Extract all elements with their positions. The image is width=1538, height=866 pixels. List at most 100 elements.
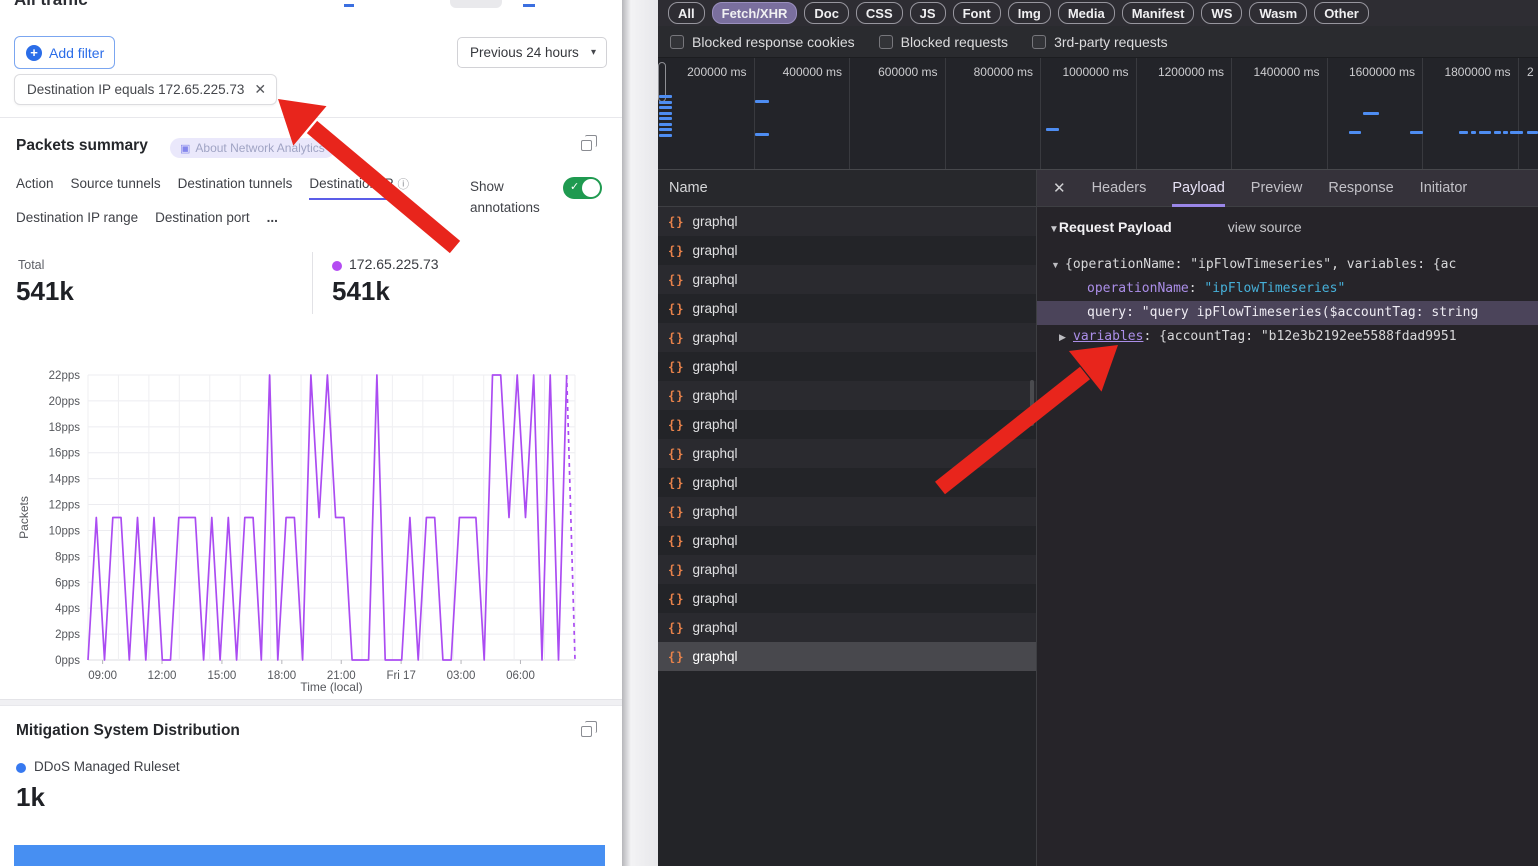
mitigation-legend-label: DDoS Managed Ruleset [34,759,180,774]
request-row[interactable]: {}graphql [658,410,1036,439]
payload-line[interactable]: ▶variables: {accountTag: "b12e3b2192ee55… [1037,325,1538,349]
filter-pill-css[interactable]: CSS [856,2,903,24]
tab-action[interactable]: Action [16,176,54,200]
add-filter-button[interactable]: + Add filter [14,36,115,69]
detail-tab-headers[interactable]: Headers [1092,170,1147,207]
packets-tabs-row1: Action Source tunnels Destination tunnels D… [16,176,409,200]
mitigation-value: 1k [16,782,45,813]
request-row[interactable]: {}graphql [658,584,1036,613]
svg-text:Packets: Packets [17,496,31,539]
request-row[interactable]: {}graphql [658,468,1036,497]
packets-timeseries-chart: 0pps2pps4pps6pps8pps10pps12pps14pps16pps… [0,355,622,695]
filter-pill-ws[interactable]: WS [1201,2,1242,24]
json-braces-icon: {} [668,592,684,606]
svg-text:8pps: 8pps [55,551,80,563]
mitigation-title: Mitigation System Distribution [16,722,240,740]
request-row[interactable]: {}graphql [658,642,1036,671]
screen: All traffic + Add filter Previous 24 hou… [0,0,1538,866]
close-icon[interactable]: ✕ [1053,179,1066,197]
request-name: graphql [692,446,737,461]
scrollbar-thumb[interactable] [1030,380,1034,426]
divider [0,117,622,118]
request-timing-bar [1503,131,1508,134]
request-type-filter-bar: All Fetch/XHR Doc CSS JS Font Img Media Manifest… [658,0,1538,26]
request-row[interactable]: {}graphql [658,613,1036,642]
request-row[interactable]: {}graphql [658,381,1036,410]
filter-pill-doc[interactable]: Doc [804,2,849,24]
svg-text:18:00: 18:00 [267,670,296,682]
copy-panel-icon[interactable] [581,140,592,151]
network-timeline[interactable]: 200000 ms400000 ms600000 ms800000 ms1000… [658,58,1538,170]
code-segment: {operationName: "ipFlowTimeseries", vari… [1065,257,1456,272]
filter-pill-js[interactable]: JS [910,2,946,24]
code-segment: operationName [1087,281,1189,296]
add-filter-label: Add filter [49,45,104,61]
request-row[interactable]: {}graphql [658,294,1036,323]
about-network-analytics-badge[interactable]: ▣ About Network Analytics [170,138,335,158]
filter-pill-manifest[interactable]: Manifest [1122,2,1195,24]
show-annotations-label: Show annotations [470,176,556,218]
checkbox-blocked-response-cookies[interactable]: Blocked response cookies [670,34,855,50]
timeline-tick-label: 400000 ms [754,65,843,79]
time-range-dropdown[interactable]: Previous 24 hours ▾ [457,37,607,68]
request-row[interactable]: {}graphql [658,265,1036,294]
detail-tab-response[interactable]: Response [1328,170,1393,207]
request-rows: {}graphql{}graphql{}graphql{}graphql{}gr… [658,207,1036,671]
request-row[interactable]: {}graphql [658,526,1036,555]
mitigation-bar [14,845,605,866]
request-row[interactable]: {}graphql [658,236,1036,265]
detail-tab-payload[interactable]: Payload [1172,170,1224,207]
filter-pill-font[interactable]: Font [953,2,1001,24]
view-source-link[interactable]: view source [1228,219,1302,235]
request-row[interactable]: {}graphql [658,323,1036,352]
request-row[interactable]: {}graphql [658,439,1036,468]
request-row[interactable]: {}graphql [658,555,1036,584]
filter-pill-other[interactable]: Other [1314,2,1369,24]
filter-pill-media[interactable]: Media [1058,2,1115,24]
collapse-triangle-icon[interactable]: ▼ [1051,253,1065,277]
show-annotations-toggle[interactable]: ✓ [563,177,602,199]
json-braces-icon: {} [668,215,684,229]
request-row[interactable]: {}graphql [658,207,1036,236]
request-detail-panel: ✕ Headers Payload Preview Response Initiator… [1037,170,1538,866]
copy-panel-icon[interactable] [581,726,592,737]
checkbox-blocked-requests[interactable]: Blocked requests [879,34,1008,50]
collapse-triangle-icon[interactable]: ▼ [1049,224,1059,235]
filter-pill-img[interactable]: Img [1008,2,1051,24]
request-timing-bar [659,128,672,131]
time-range-value: Previous 24 hours [470,45,579,60]
detail-tab-initiator[interactable]: Initiator [1420,170,1468,207]
svg-text:Fri 17: Fri 17 [386,670,415,682]
request-row[interactable]: {}graphql [658,497,1036,526]
svg-text:6pps: 6pps [55,577,80,589]
more-tabs-button[interactable]: ... [267,210,278,225]
tab-destination-port[interactable]: Destination port [155,210,250,225]
request-timing-bar [1479,131,1491,134]
tab-destination-tunnels[interactable]: Destination tunnels [178,176,293,200]
tab-destination-ip[interactable]: Destination IPⓘ [309,176,409,200]
timeline-tick-label: 200000 ms [658,65,747,79]
request-options-bar: Blocked response cookies Blocked requests… [658,26,1538,58]
json-braces-icon: {} [668,621,684,635]
payload-line[interactable]: operationName: "ipFlowTimeseries" [1037,277,1538,301]
tab-destination-ip-range[interactable]: Destination IP range [16,210,138,225]
payload-line[interactable]: query: "query ipFlowTimeseries($accountT… [1037,301,1538,325]
stat-divider [312,252,313,314]
check-icon: ✓ [570,180,579,193]
code-segment: "ipFlowTimeseries" [1204,281,1345,296]
timeline-tick-label: 1400000 ms [1231,65,1320,79]
expand-triangle-icon[interactable]: ▶ [1059,325,1073,349]
detail-tab-preview[interactable]: Preview [1251,170,1303,207]
filter-pill-wasm[interactable]: Wasm [1249,2,1307,24]
request-row[interactable]: {}graphql [658,352,1036,381]
remove-filter-icon[interactable]: ✕ [254,81,266,98]
legend-dot-purple [332,261,342,271]
request-timing-bar [659,134,672,137]
svg-text:16pps: 16pps [49,448,81,460]
filter-pill-fetchxhr[interactable]: Fetch/XHR [712,2,798,24]
payload-line[interactable]: ▼{operationName: "ipFlowTimeseries", var… [1037,253,1538,277]
code-segment: variables [1073,329,1143,344]
checkbox-3rd-party-requests[interactable]: 3rd-party requests [1032,34,1168,50]
filter-pill-all[interactable]: All [668,2,705,24]
tab-source-tunnels[interactable]: Source tunnels [71,176,161,200]
